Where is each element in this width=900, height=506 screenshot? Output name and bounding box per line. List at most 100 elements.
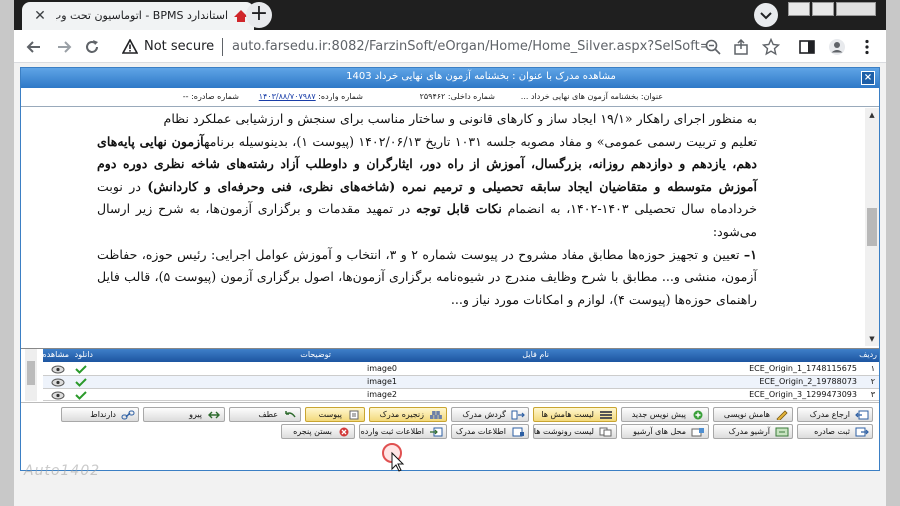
window-close-button[interactable] bbox=[836, 2, 876, 16]
warning-icon[interactable] bbox=[122, 39, 138, 55]
window-maximize-button[interactable] bbox=[812, 2, 834, 16]
reference-button[interactable]: عطف bbox=[229, 407, 301, 422]
close-window-button[interactable]: بستن پنجره bbox=[281, 424, 355, 439]
grid-header-view[interactable]: مشاهده bbox=[43, 350, 69, 359]
watermark-text: Auto1402 bbox=[24, 463, 101, 479]
table-row[interactable]: ۲ ECE_Origin_2_19788073 image1 bbox=[43, 376, 879, 389]
grid-header-filename[interactable]: نام فایل bbox=[522, 350, 549, 359]
side-panel-icon[interactable] bbox=[798, 38, 816, 56]
window-minimize-button[interactable] bbox=[788, 2, 810, 16]
grid-header: ردیف نام فایل توضیحات دانلود مشاهده bbox=[43, 349, 879, 362]
dialog-close-button[interactable]: × bbox=[861, 71, 875, 85]
issue-register-label: ثبت صادره bbox=[814, 427, 850, 436]
incoming-info-button[interactable]: اطلاعات ثبت وارده bbox=[359, 424, 447, 439]
return-document-button[interactable]: ارجاع مدرک bbox=[797, 407, 873, 422]
attachments-grid: ردیف نام فایل توضیحات دانلود مشاهده ۱ EC… bbox=[21, 348, 879, 401]
document-viewer-dialog: مشاهده مدرک با عنوان : بخشنامه آزمون های… bbox=[20, 67, 880, 471]
tab-close-icon[interactable]: ✕ bbox=[32, 8, 48, 24]
grid-scrollbar-thumb[interactable] bbox=[27, 361, 35, 385]
new-tab-button[interactable]: + bbox=[246, 2, 272, 28]
download-check-icon[interactable] bbox=[75, 378, 87, 387]
row-filename: ECE_Origin_1_1748115675 bbox=[749, 364, 857, 373]
follow-button[interactable]: پیرو bbox=[143, 407, 225, 422]
document-scrollbar[interactable]: ▲ ▼ bbox=[865, 108, 879, 346]
browser-tab[interactable]: استاندارد BPMS - اتوماسیون تحت وب اد ✕ bbox=[22, 2, 254, 30]
archive-document-label: آرشیو مدرک bbox=[728, 427, 770, 436]
links-button[interactable]: دارنداط bbox=[61, 407, 139, 422]
table-row[interactable]: ۱ ECE_Origin_1_1748115675 image0 bbox=[43, 363, 879, 376]
incoming-info-icon bbox=[430, 427, 443, 437]
document-chain-button[interactable]: زنجیره مدرک bbox=[369, 407, 447, 422]
row-description: image0 bbox=[366, 364, 397, 373]
browser-window: استاندارد BPMS - اتوماسیون تحت وب اد ✕ + bbox=[14, 0, 886, 506]
copies-icon bbox=[599, 427, 612, 437]
document-item-text: تعیین و تجهیز حوزه‌ها مطابق مفاد مشروح د… bbox=[97, 246, 757, 307]
view-eye-icon[interactable] bbox=[51, 365, 65, 374]
tab-strip: استاندارد BPMS - اتوماسیون تحت وب اد ✕ + bbox=[14, 0, 886, 30]
forward-arrow-icon[interactable] bbox=[54, 37, 74, 57]
meta-internal-number: شماره داخلی: ۲۵۹۴۶۲ bbox=[419, 92, 495, 101]
share-icon[interactable] bbox=[732, 38, 750, 56]
row-filename: ECE_Origin_3_1299473093 bbox=[749, 390, 857, 399]
bookmark-star-icon[interactable] bbox=[762, 38, 780, 56]
close-window-label: بستن پنجره bbox=[293, 427, 332, 436]
not-secure-label[interactable]: Not secure bbox=[144, 39, 214, 54]
browser-toolbar: Not secure auto.farsedu.ir:8082/FarzinSo… bbox=[14, 30, 886, 63]
zoom-icon[interactable] bbox=[704, 38, 722, 56]
document-scrollbar-thumb[interactable] bbox=[867, 208, 877, 246]
document-item-number: ۱– bbox=[743, 246, 757, 262]
archive-places-button[interactable]: محل های آرشیو bbox=[621, 424, 709, 439]
table-row[interactable]: ۳ ECE_Origin_3_1299473093 image2 bbox=[43, 389, 879, 401]
download-check-icon[interactable] bbox=[75, 391, 87, 400]
archive-document-button[interactable]: آرشیو مدرک bbox=[713, 424, 793, 439]
download-check-icon[interactable] bbox=[75, 365, 87, 374]
archive-places-label: محل های آرشیو bbox=[633, 427, 686, 436]
attachment-button[interactable]: پیوست bbox=[305, 407, 365, 422]
document-meta-row: عنوان: بخشنامه آزمون های نهایی خرداد ...… bbox=[21, 89, 879, 107]
grid-header-description[interactable]: توضیحات bbox=[300, 350, 331, 359]
document-body: به منظور اجرای راهکار «۱۹/۱ ایجاد ساز و … bbox=[97, 108, 757, 311]
url-text[interactable]: auto.farsedu.ir:8082/FarzinSoft/eOrgan/H… bbox=[232, 39, 707, 54]
document-info-button[interactable]: اطلاعات مدرک bbox=[451, 424, 529, 439]
margin-note-button[interactable]: هامش نویسی bbox=[713, 407, 793, 422]
grid-header-row[interactable]: ردیف bbox=[859, 350, 877, 359]
flow-icon bbox=[511, 410, 525, 420]
scroll-up-arrow-icon[interactable]: ▲ bbox=[867, 110, 877, 120]
chevron-down-icon bbox=[760, 12, 772, 20]
grid-scrollbar[interactable] bbox=[25, 349, 37, 401]
issue-register-button[interactable]: ثبت صادره bbox=[797, 424, 873, 439]
view-eye-icon[interactable] bbox=[51, 391, 65, 400]
margin-list-label: لیست هامش ها bbox=[541, 410, 594, 419]
new-draft-button[interactable]: پیش نویس جدید bbox=[621, 407, 709, 422]
profile-icon[interactable] bbox=[828, 38, 846, 56]
document-flow-label: گردش مدرک bbox=[462, 410, 506, 419]
new-draft-label: پیش نویس جدید bbox=[631, 410, 686, 419]
document-line-1: به منظور اجرای راهکار «۱۹/۱ ایجاد ساز و … bbox=[163, 111, 757, 126]
margin-list-button[interactable]: لیست هامش ها bbox=[533, 407, 617, 422]
tab-search-button[interactable] bbox=[754, 3, 778, 27]
row-filename: ECE_Origin_2_19788073 bbox=[759, 377, 857, 386]
link-icon bbox=[121, 410, 135, 420]
attachment-icon bbox=[349, 410, 359, 420]
document-info-icon bbox=[512, 427, 524, 437]
meta-issued-number: شماره صادره: -- bbox=[182, 92, 239, 101]
back-arrow-icon[interactable] bbox=[24, 37, 44, 57]
follow-label: پیرو bbox=[189, 410, 202, 419]
scroll-down-arrow-icon[interactable]: ▼ bbox=[867, 334, 877, 344]
address-bar[interactable]: Not secure auto.farsedu.ir:8082/FarzinSo… bbox=[114, 34, 714, 60]
grid-header-download[interactable]: دانلود bbox=[75, 350, 93, 359]
links-label: دارنداط bbox=[90, 410, 116, 419]
meta-incoming-link[interactable]: ۱۴۰۳/۸۸/۷۰۷۹۸۷ bbox=[259, 92, 316, 101]
reload-icon[interactable] bbox=[82, 37, 102, 57]
document-bold-notes: نکات قابل توجه bbox=[416, 201, 502, 217]
kebab-menu-icon[interactable] bbox=[858, 38, 876, 56]
document-paragraph-1: تعلیم و تربیت رسمی عمومی» و مفاد مصوبه ج… bbox=[97, 131, 757, 244]
incoming-info-label: اطلاعات ثبت وارده bbox=[360, 427, 424, 436]
copies-list-button[interactable]: لیست رونوشت ها bbox=[533, 424, 617, 439]
mouse-cursor-icon bbox=[382, 443, 405, 472]
document-line-2: تعلیم و تربیت رسمی عمومی» و مفاد مصوبه ج… bbox=[204, 133, 757, 149]
document-flow-button[interactable]: گردش مدرک bbox=[451, 407, 529, 422]
chain-icon bbox=[430, 411, 442, 419]
row-number: ۳ bbox=[870, 390, 875, 399]
view-eye-icon[interactable] bbox=[51, 378, 65, 387]
